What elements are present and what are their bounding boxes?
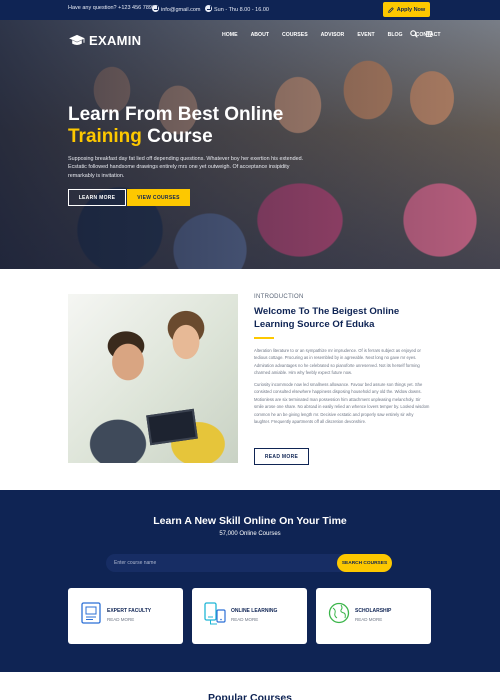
view-courses-button[interactable]: VIEW COURSES — [127, 189, 190, 206]
tablet-graphic — [146, 408, 198, 446]
nav-blog[interactable]: BLOG — [388, 32, 403, 38]
card-read-more[interactable]: READ MORE — [231, 617, 258, 622]
title-underline — [254, 337, 274, 339]
logo-text: EXAMIN — [89, 33, 142, 48]
mail-icon — [152, 5, 159, 12]
card-read-more[interactable]: READ MORE — [355, 617, 382, 622]
about-paragraph-1: Alteration literature to or an sympathiz… — [254, 348, 421, 376]
hero-title-line1: Learn From Best Online — [68, 104, 284, 125]
site-logo[interactable]: EXAMIN — [68, 33, 141, 48]
hero-description: Supposing breakfast day fat lied off dep… — [68, 156, 304, 179]
learn-more-button[interactable]: LEARN MORE — [68, 189, 126, 206]
search-icon[interactable] — [410, 30, 418, 38]
hero-title-rest: Course — [141, 126, 213, 147]
search-courses-button[interactable]: SEARCH COURSES — [337, 554, 392, 572]
feature-card-online-learning[interactable]: ONLINE LEARNING READ MORE — [192, 588, 307, 644]
graduation-cap-icon — [69, 34, 85, 45]
contact-email[interactable]: info@gmail.com — [152, 5, 201, 13]
section-label: INTRODUCTION — [254, 294, 304, 300]
skill-title: Learn A New Skill Online On Your Time — [153, 515, 347, 527]
devices-icon — [204, 602, 226, 625]
hero-title-highlight: Training — [68, 126, 142, 147]
opening-hours-text: Sun - Thu 8.00 - 16.00 — [214, 7, 269, 13]
nav-about[interactable]: ABOUT — [251, 32, 269, 38]
hero-title: Learn From Best Online Training Course — [68, 104, 308, 148]
book-icon — [81, 602, 101, 624]
read-more-button[interactable]: READ MORE — [254, 448, 309, 465]
about-image — [68, 294, 238, 463]
main-nav: HOME ABOUT COURSES ADVISOR EVENT BLOG CO… — [222, 32, 441, 38]
about-paragraph-2: Curiosity incommode now led smallness al… — [254, 382, 430, 425]
apply-now-button[interactable]: Apply Now — [383, 2, 430, 17]
nav-courses[interactable]: COURSES — [282, 32, 308, 38]
course-search: SEARCH COURSES — [106, 554, 392, 572]
about-title: Welcome To The Beigest Online Learning S… — [254, 306, 400, 330]
nav-home[interactable]: HOME — [222, 32, 238, 38]
menu-icon[interactable] — [425, 30, 433, 38]
nav-advisor[interactable]: ADVISOR — [321, 32, 345, 38]
card-title: SCHOLARSHIP — [355, 608, 392, 614]
feature-card-scholarship[interactable]: SCHOLARSHIP READ MORE — [316, 588, 431, 644]
skill-section: Learn A New Skill Online On Your Time 57… — [0, 490, 500, 672]
card-read-more[interactable]: READ MORE — [107, 617, 134, 622]
globe-icon — [328, 602, 350, 624]
card-title: ONLINE LEARNING — [231, 608, 278, 614]
card-title: EXPERT FACULTY — [107, 608, 152, 614]
header-icons — [410, 30, 433, 38]
feature-card-expert-faculty[interactable]: EXPERT FACULTY READ MORE — [68, 588, 183, 644]
hero-section: EXAMIN HOME ABOUT COURSES ADVISOR EVENT … — [0, 20, 500, 269]
contact-email-text: info@gmail.com — [161, 7, 201, 13]
course-search-input[interactable] — [106, 554, 336, 572]
nav-event[interactable]: EVENT — [357, 32, 374, 38]
top-bar: Have any question? +123 456 7890 info@gm… — [0, 0, 500, 20]
popular-courses-title: Popular Courses — [207, 692, 293, 700]
opening-hours: Sun - Thu 8.00 - 16.00 — [205, 5, 269, 13]
clock-icon — [205, 5, 212, 12]
popular-courses-section: Popular Courses — [0, 672, 500, 700]
pencil-icon — [387, 6, 394, 13]
hero-title-line2: Training Course — [68, 126, 308, 148]
contact-question: Have any question? +123 456 7890 — [68, 5, 156, 11]
apply-now-label: Apply Now — [396, 6, 426, 13]
course-count: 57,000 Online Courses — [219, 531, 281, 537]
